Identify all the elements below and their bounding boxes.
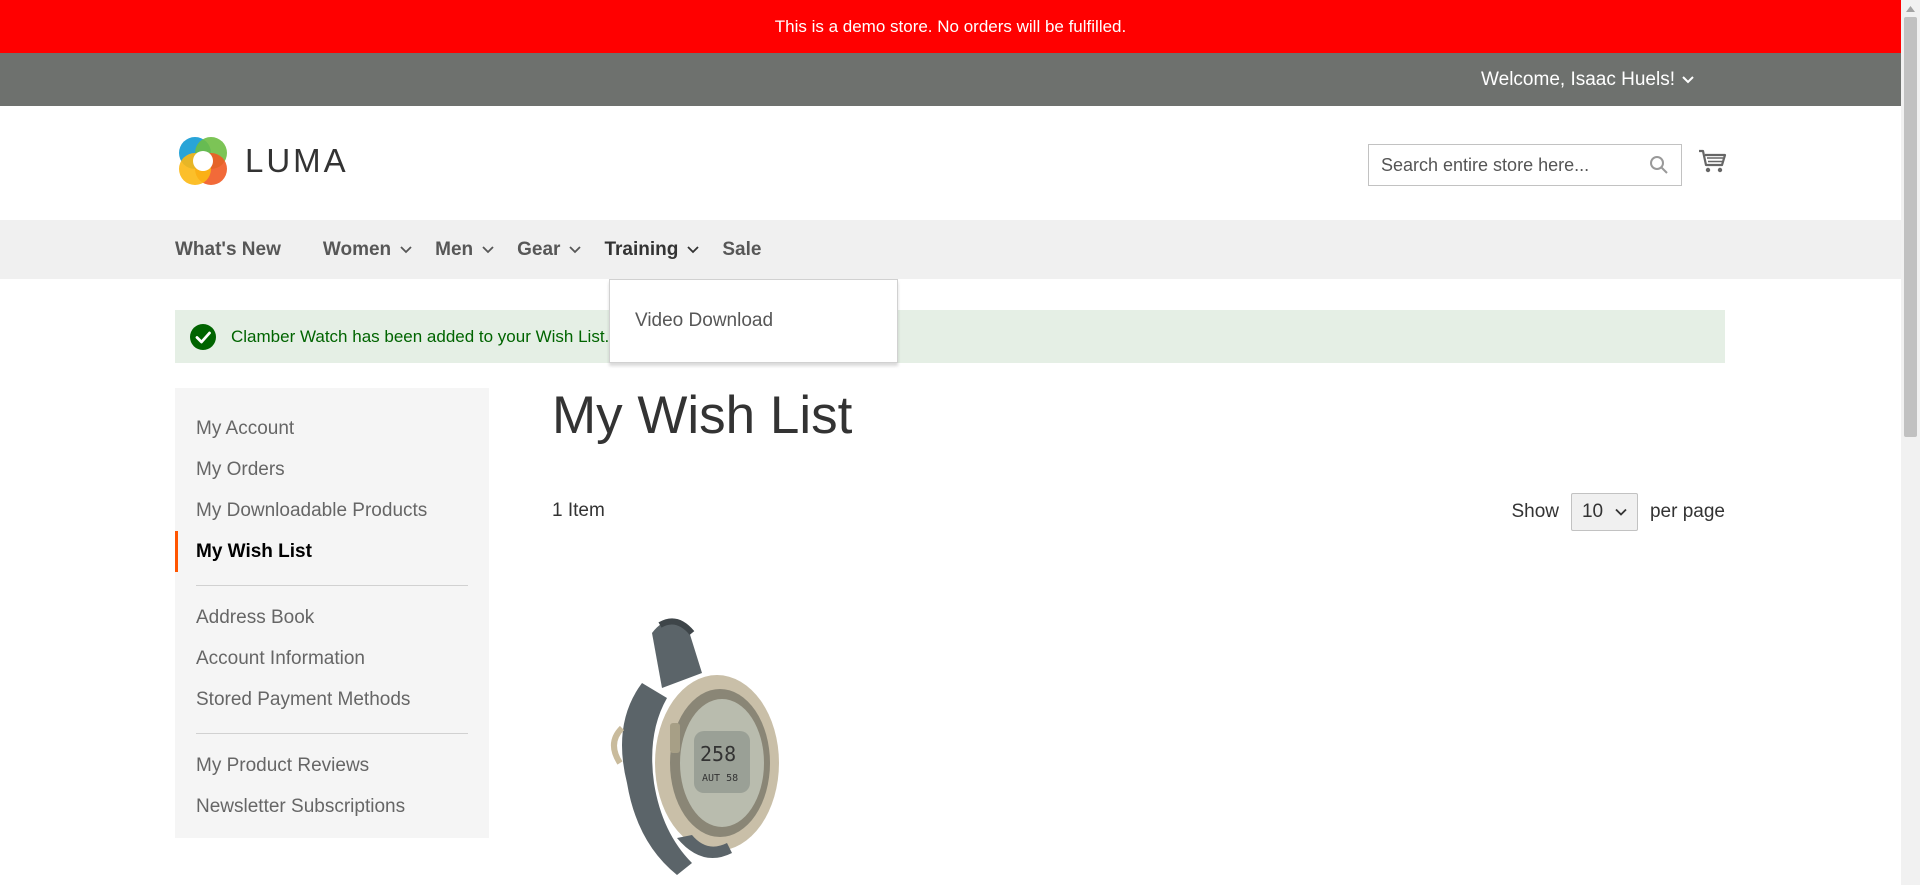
nav-label: Sale bbox=[722, 238, 762, 260]
nav-whats-new[interactable]: What's New bbox=[175, 220, 281, 279]
per-page-value: 10 bbox=[1581, 501, 1604, 522]
chevron-down-icon bbox=[1615, 508, 1627, 516]
svg-text:258: 258 bbox=[700, 742, 736, 766]
nav-label: What's New bbox=[175, 238, 281, 260]
page-title: My Wish List bbox=[552, 386, 853, 445]
sidebar-item-my-account[interactable]: My Account bbox=[175, 408, 489, 449]
cart-icon[interactable] bbox=[1697, 146, 1727, 176]
logo-text: LUMA bbox=[245, 142, 349, 179]
sidebar-item-stored-payment-methods[interactable]: Stored Payment Methods bbox=[175, 679, 489, 720]
sidebar-item-my-orders[interactable]: My Orders bbox=[175, 449, 489, 490]
account-sidebar: My Account My Orders My Downloadable Pro… bbox=[175, 388, 489, 838]
sidebar-item-address-book[interactable]: Address Book bbox=[175, 597, 489, 638]
nav-women[interactable]: Women bbox=[323, 220, 413, 279]
chevron-down-icon bbox=[1682, 75, 1694, 83]
sidebar-item-downloadable-products[interactable]: My Downloadable Products bbox=[175, 490, 489, 531]
search-icon[interactable] bbox=[1649, 155, 1669, 175]
search-input[interactable] bbox=[1381, 154, 1649, 176]
scroll-up-arrow-icon[interactable] bbox=[1901, 0, 1920, 17]
nav-label: Training bbox=[604, 238, 679, 260]
demo-store-notice: This is a demo store. No orders will be … bbox=[0, 0, 1901, 53]
sidebar-divider bbox=[196, 733, 468, 734]
main-navigation: What's New Women Men Gear Training Sale bbox=[0, 220, 1901, 279]
panel-header: Welcome, Isaac Huels! bbox=[0, 53, 1901, 106]
chevron-down-icon bbox=[687, 245, 699, 253]
submenu-video-download[interactable]: Video Download bbox=[635, 310, 773, 332]
scrollbar-thumb[interactable] bbox=[1904, 17, 1917, 437]
sidebar-item-account-information[interactable]: Account Information bbox=[175, 638, 489, 679]
main-content: My Wish List 1 Item Show 10 per page 258… bbox=[552, 386, 1725, 885]
show-label: Show bbox=[1511, 501, 1559, 522]
nav-label: Gear bbox=[517, 238, 561, 260]
customer-welcome-menu[interactable]: Welcome, Isaac Huels! bbox=[1481, 53, 1695, 106]
search-box bbox=[1368, 144, 1682, 186]
product-image-watch[interactable]: 258 AUT 58 bbox=[582, 613, 792, 885]
luma-logo[interactable]: LUMA bbox=[175, 133, 349, 189]
training-submenu: Video Download bbox=[609, 279, 898, 363]
checkmark-icon bbox=[190, 323, 216, 350]
page-scrollbar[interactable] bbox=[1901, 0, 1920, 885]
nav-label: Men bbox=[435, 238, 474, 260]
nav-gear[interactable]: Gear bbox=[517, 220, 582, 279]
chevron-down-icon bbox=[400, 245, 412, 253]
chevron-down-icon bbox=[482, 245, 494, 253]
chevron-down-icon bbox=[569, 245, 582, 253]
item-count: 1 Item bbox=[552, 500, 605, 521]
per-page-select[interactable]: 10 bbox=[1570, 493, 1638, 531]
sidebar-item-product-reviews[interactable]: My Product Reviews bbox=[175, 745, 489, 786]
nav-training[interactable]: Training bbox=[604, 220, 700, 279]
nav-label: Women bbox=[322, 238, 392, 260]
svg-text:AUT 58: AUT 58 bbox=[702, 773, 738, 784]
site-header: LUMA bbox=[0, 106, 1901, 220]
success-message: Clamber Watch has been added to your Wis… bbox=[175, 310, 1725, 363]
welcome-text: Welcome, Isaac Huels! bbox=[1481, 68, 1675, 90]
sidebar-item-newsletter-subscriptions[interactable]: Newsletter Subscriptions bbox=[175, 786, 489, 827]
success-message-text: Clamber Watch has been added to your Wis… bbox=[231, 326, 610, 346]
luma-logo-icon bbox=[179, 137, 227, 185]
nav-sale[interactable]: Sale bbox=[722, 220, 761, 279]
per-page-limiter: Show 10 per page bbox=[1511, 493, 1725, 531]
sidebar-item-my-wish-list: My Wish List bbox=[175, 531, 489, 572]
demo-notice-text: This is a demo store. No orders will be … bbox=[774, 16, 1127, 36]
per-page-label: per page bbox=[1649, 501, 1725, 522]
nav-men[interactable]: Men bbox=[435, 220, 495, 279]
sidebar-divider bbox=[196, 585, 468, 586]
